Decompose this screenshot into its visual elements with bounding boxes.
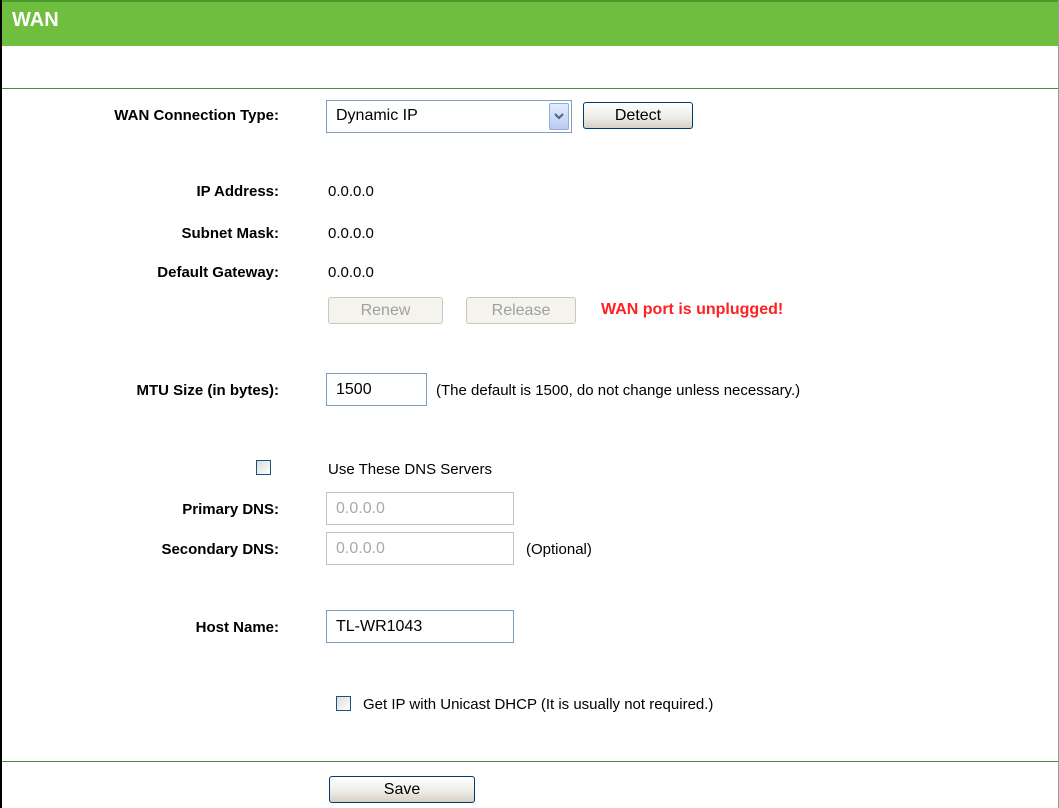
subnet-mask-value: 0.0.0.0 [328, 225, 374, 242]
ip-address-label: IP Address: [196, 183, 279, 200]
chevron-down-icon[interactable] [549, 103, 569, 130]
renew-button[interactable]: Renew [328, 297, 443, 324]
secondary-dns-label: Secondary DNS: [161, 541, 279, 558]
default-gateway-label: Default Gateway: [157, 264, 279, 281]
detect-button[interactable]: Detect [583, 102, 693, 129]
mtu-hint: (The default is 1500, do not change unle… [436, 382, 801, 399]
connection-type-select[interactable]: Dynamic IP [326, 100, 572, 133]
secondary-dns-input[interactable]: 0.0.0.0 [326, 532, 514, 565]
top-divider [2, 88, 1058, 89]
primary-dns-input[interactable]: 0.0.0.0 [326, 492, 514, 525]
save-button[interactable]: Save [329, 776, 475, 803]
default-gateway-value: 0.0.0.0 [328, 264, 374, 281]
page-title: WAN [12, 9, 59, 31]
host-name-label: Host Name: [195, 619, 279, 636]
mtu-input[interactable]: 1500 [326, 373, 427, 406]
unicast-dhcp-checkbox[interactable] [336, 696, 351, 711]
host-name-input[interactable]: TL-WR1043 [326, 610, 514, 643]
use-dns-checkbox[interactable] [256, 460, 271, 475]
page-header: WAN [2, 0, 1058, 46]
use-dns-label: Use These DNS Servers [328, 461, 492, 478]
secondary-dns-optional: (Optional) [526, 541, 592, 558]
ip-address-value: 0.0.0.0 [328, 183, 374, 200]
mtu-label: MTU Size (in bytes): [136, 382, 279, 399]
release-button[interactable]: Release [466, 297, 576, 324]
connection-type-value: Dynamic IP [336, 107, 418, 124]
wan-status-warning: WAN port is unplugged! [601, 301, 784, 318]
primary-dns-label: Primary DNS: [182, 501, 279, 518]
subnet-mask-label: Subnet Mask: [181, 225, 279, 242]
connection-type-label: WAN Connection Type: [114, 107, 279, 124]
unicast-dhcp-label: Get IP with Unicast DHCP (It is usually … [363, 696, 714, 713]
bottom-divider [2, 761, 1058, 762]
